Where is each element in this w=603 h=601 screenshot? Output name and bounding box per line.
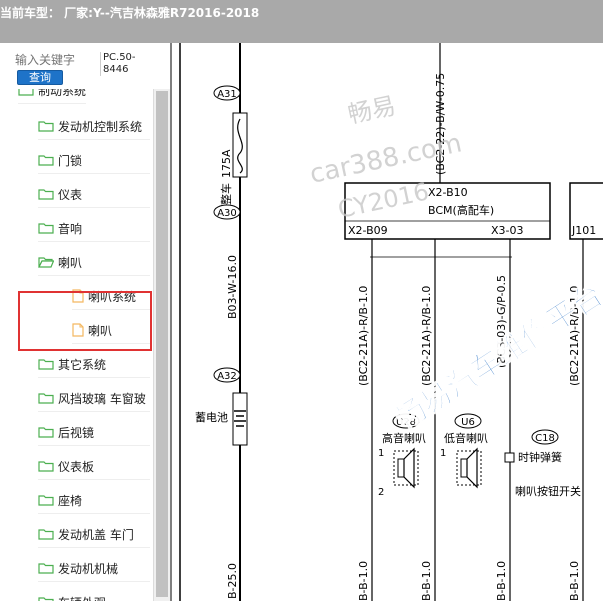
horn-high-label: 高音喇叭 xyxy=(382,431,426,445)
bcm-pin-right: X3-03 xyxy=(491,224,524,237)
tree-item[interactable]: 仪表板 xyxy=(38,453,150,480)
tree-item[interactable]: 其它系统 xyxy=(38,351,150,378)
folder-icon xyxy=(38,188,54,200)
tree-item[interactable]: 喇叭系统 xyxy=(72,283,150,310)
tree-item-label: 仪表 xyxy=(58,187,83,202)
tree-item[interactable]: 门锁 xyxy=(38,147,150,174)
folder-icon xyxy=(38,392,54,404)
connector-c18-label: C18 xyxy=(535,433,555,444)
speaker-icon xyxy=(403,447,415,489)
tree-item-label: 其它系统 xyxy=(58,357,107,372)
tree-item-label: 喇叭系统 xyxy=(88,289,137,304)
clock-spring-label: 时钟弹簧 xyxy=(518,450,562,464)
connector-a31-label: A31 xyxy=(217,89,237,100)
folder-icon xyxy=(38,528,54,540)
svg-text:2: 2 xyxy=(378,487,384,498)
tree-item-label: 车辆外观 xyxy=(58,594,106,601)
svg-text:B-B-1.0: B-B-1.0 xyxy=(420,561,433,601)
svg-text:1: 1 xyxy=(440,448,446,459)
file-icon xyxy=(72,289,84,303)
speaker-icon xyxy=(466,447,478,489)
tree-item[interactable]: 后视镜 xyxy=(38,419,150,446)
folder-icon xyxy=(38,154,54,166)
wire-2-label: (BC2-21A)-R/B-1.0 xyxy=(420,286,433,386)
tree-item-label: 风挡玻璃 车窗玻 xyxy=(58,391,146,406)
search-area: 查询 PC.50-8446 xyxy=(0,43,170,89)
main-wire-label: B03-W-16.0 xyxy=(226,255,239,319)
tree-item-label: 喇叭 xyxy=(58,255,83,270)
tree-item-label: 发动机控制系统 xyxy=(58,119,143,134)
folder-open-icon xyxy=(38,256,54,268)
connector-a32-label: A32 xyxy=(217,371,237,382)
svg-text:B-B-1.0: B-B-1.0 xyxy=(357,561,370,601)
folder-icon xyxy=(38,426,54,438)
bcm-name: BCM(高配车) xyxy=(428,203,494,217)
folder-icon xyxy=(38,494,54,506)
tree-item[interactable]: 发动机机械 xyxy=(38,555,150,582)
tree-item-partial[interactable]: 制动系统 xyxy=(18,89,87,104)
svg-text:1: 1 xyxy=(378,448,384,459)
tree-item-label: 仪表板 xyxy=(58,459,95,474)
search-input[interactable] xyxy=(15,52,97,68)
battery-label: 蓄电池 xyxy=(195,411,228,424)
wiring-diagram[interactable]: A31 175A 整车 A30 B03-W-16.0 A32 蓄电池 B-25.… xyxy=(172,43,603,601)
bcm-pin-left: X2-B09 xyxy=(348,224,388,237)
tree-item-label: 后视镜 xyxy=(58,425,95,440)
folder-icon xyxy=(38,460,54,472)
watermark-text-1: 畅易 xyxy=(345,92,398,129)
fuse-rating: 175A xyxy=(220,149,233,178)
bcm-pin-top: X2-B10 xyxy=(428,186,468,199)
sidebar: 查询 PC.50-8446 制动系统 发动机控制系统门锁仪表音响喇叭喇叭系统喇叭… xyxy=(0,43,170,601)
tree-item[interactable]: 喇叭 xyxy=(72,317,150,344)
tree-item[interactable]: 发动机控制系统 xyxy=(38,113,150,140)
folder-icon xyxy=(38,358,54,370)
tree-item-label: 制动系统 xyxy=(38,89,87,98)
pc-code: PC.50-8446 xyxy=(100,52,145,76)
file-icon xyxy=(72,323,84,337)
top-bar: 当前车型： 厂家:Y--汽吉林森雅R72016-2018 xyxy=(0,0,603,43)
tree-view: 制动系统 发动机控制系统 门锁 仪表 音响 喇叭 喇叭系统 喇叭 其它系统 风挡玻璃 车窗玻 后视… xyxy=(0,89,153,601)
tree-item-label: 音响 xyxy=(58,221,83,236)
tree-item-label: 门锁 xyxy=(58,153,83,168)
horn-low-label: 低音喇叭 xyxy=(444,431,488,445)
wire-1-label: (BC2-21A)-R/B-1.0 xyxy=(357,286,370,386)
tree-item-label: 发动机机械 xyxy=(58,561,119,576)
scrollbar-thumb[interactable] xyxy=(156,91,168,597)
connector-a30-label: A30 xyxy=(217,208,237,219)
sidebar-scrollbar[interactable] xyxy=(153,89,170,601)
folder-icon xyxy=(38,120,54,132)
connector-u6-label: U6 xyxy=(461,417,475,428)
search-button[interactable]: 查询 xyxy=(17,70,63,85)
tree-item[interactable]: 座椅 xyxy=(38,487,150,514)
horn-switch-label: 喇叭按钮开关 xyxy=(515,484,581,498)
tree-item[interactable]: 风挡玻璃 车窗玻 xyxy=(38,385,150,412)
fuse-name: 整车 xyxy=(219,183,233,205)
folder-icon xyxy=(18,89,34,96)
folder-icon xyxy=(38,562,54,574)
right-module-pin: J101 xyxy=(571,224,596,237)
svg-text:B-B-1.0: B-B-1.0 xyxy=(568,561,581,601)
clock-spring xyxy=(504,452,515,463)
tree-item[interactable]: 喇叭 xyxy=(38,249,150,276)
tree-item[interactable]: 音响 xyxy=(38,215,150,242)
tree-item-label: 喇叭 xyxy=(88,323,113,338)
tree-item-label: 座椅 xyxy=(58,493,83,508)
fuse xyxy=(232,112,248,178)
tree-item[interactable]: 仪表 xyxy=(38,181,150,208)
bottom-wire-label: B-25.0 xyxy=(226,563,239,599)
svg-text:B-B-1.0: B-B-1.0 xyxy=(495,561,508,601)
vehicle-title: 当前车型： 厂家:Y--汽吉林森雅R72016-2018 xyxy=(0,6,260,20)
watermark-text-2: car388.com xyxy=(307,128,464,189)
folder-icon xyxy=(38,222,54,234)
tree-item[interactable]: 车辆外观 xyxy=(38,589,150,601)
battery xyxy=(232,392,248,446)
tree-item-label: 发动机盖 车门 xyxy=(58,527,134,542)
folder-icon xyxy=(38,596,54,601)
tree-item[interactable]: 发动机盖 车门 xyxy=(38,521,150,548)
